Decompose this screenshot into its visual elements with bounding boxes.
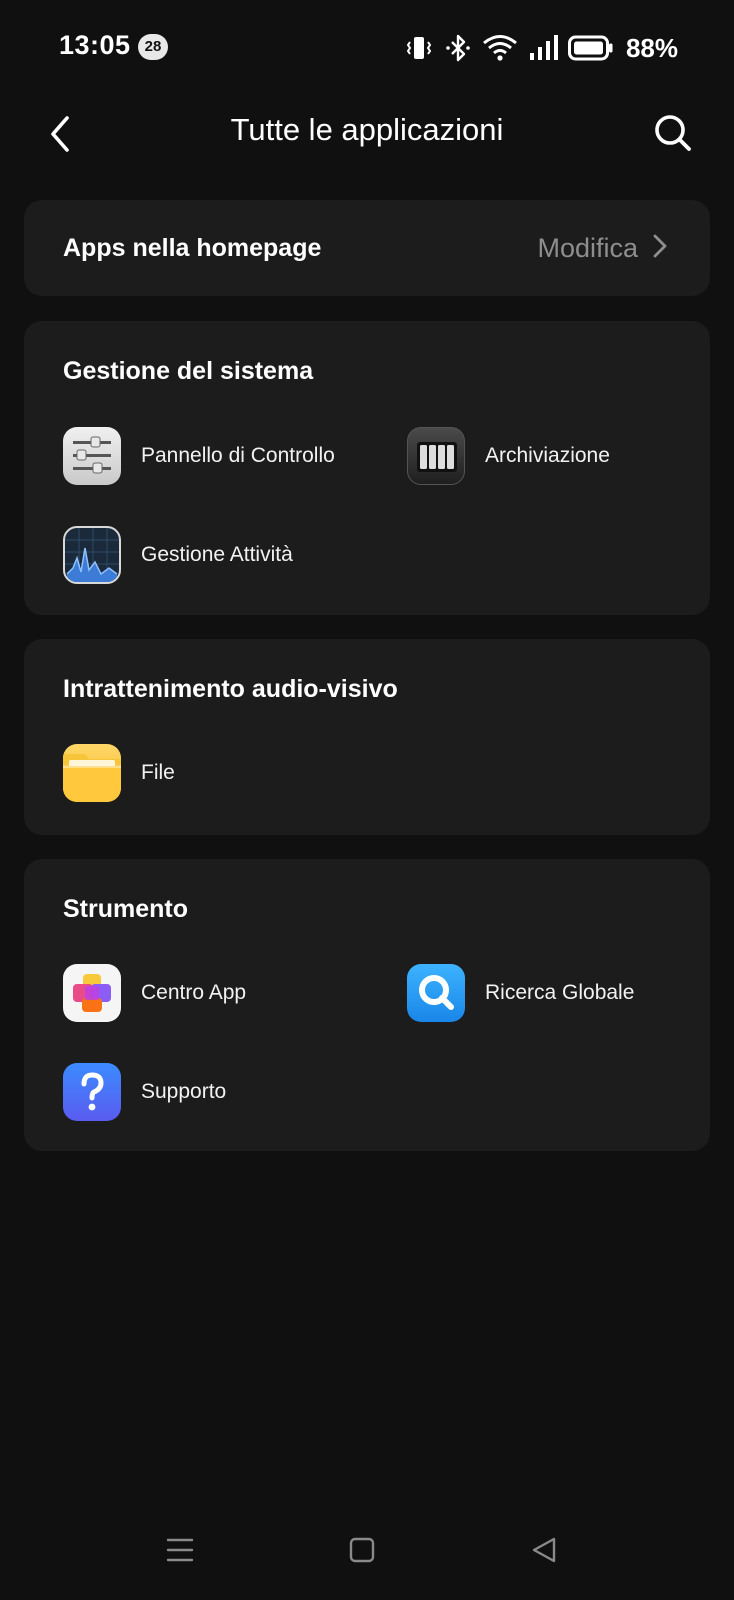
wifi-icon	[482, 33, 518, 63]
home-button[interactable]	[332, 1520, 392, 1580]
app-control-panel[interactable]: Pannello di Controllo	[63, 426, 335, 486]
storage-icon	[407, 427, 465, 485]
homepage-apps-label: Apps nella homepage	[63, 233, 322, 262]
section-title: Gestione del sistema	[63, 357, 314, 385]
app-name: Archiviazione	[485, 444, 610, 467]
app-activity-monitor[interactable]: Gestione Attività	[63, 525, 293, 585]
nav-back-button[interactable]	[514, 1520, 574, 1580]
section-tools: Strumento Centro App Ricerca Globale Sup…	[24, 859, 710, 1151]
app-center[interactable]: Centro App	[63, 963, 246, 1023]
app-file[interactable]: File	[63, 743, 175, 803]
chevron-right-icon	[652, 233, 668, 264]
app-header: Tutte le applicazioni	[0, 96, 734, 200]
search-icon	[655, 115, 691, 151]
app-center-icon	[63, 964, 121, 1022]
notification-count-badge: 28	[138, 34, 168, 60]
back-triangle-icon	[532, 1537, 556, 1563]
section-entertainment: Intrattenimento audio-visivo File	[24, 639, 710, 835]
global-search-icon	[407, 964, 465, 1022]
signal-icon	[528, 33, 558, 63]
menu-button[interactable]	[150, 1520, 210, 1580]
folder-icon	[63, 744, 121, 802]
status-icons: 88%	[404, 30, 678, 66]
app-name: Ricerca Globale	[485, 981, 635, 1004]
section-title: Strumento	[63, 895, 188, 923]
help-icon	[63, 1063, 121, 1121]
app-name: Centro App	[141, 981, 247, 1004]
app-storage[interactable]: Archiviazione	[407, 426, 610, 486]
homepage-apps-row[interactable]: Apps nella homepage Modifica	[24, 200, 710, 296]
status-bar: 13:05 28 88%	[0, 0, 734, 96]
bluetooth-icon	[444, 33, 472, 63]
app-name: File	[141, 761, 175, 784]
edit-link[interactable]: Modifica	[537, 233, 638, 264]
control-panel-icon	[63, 427, 121, 485]
menu-icon	[166, 1538, 194, 1562]
vibrate-icon	[404, 33, 434, 63]
system-navigation-bar	[0, 1520, 734, 1590]
battery-icon	[567, 35, 614, 61]
section-system-management: Gestione del sistema Pannello di Control…	[24, 321, 710, 615]
section-title: Intrattenimento audio-visivo	[63, 675, 398, 703]
search-button[interactable]	[648, 108, 698, 158]
page-title: Tutte le applicazioni	[230, 112, 504, 147]
app-name: Pannello di Controllo	[141, 444, 335, 467]
home-icon	[349, 1537, 375, 1563]
battery-percentage: 88%	[625, 32, 678, 63]
app-name: Gestione Attività	[141, 543, 293, 566]
app-support[interactable]: Supporto	[63, 1062, 226, 1122]
app-name: Supporto	[141, 1080, 227, 1103]
app-global-search[interactable]: Ricerca Globale	[407, 963, 634, 1023]
status-time: 13:05	[59, 30, 131, 60]
activity-monitor-icon	[63, 526, 121, 584]
